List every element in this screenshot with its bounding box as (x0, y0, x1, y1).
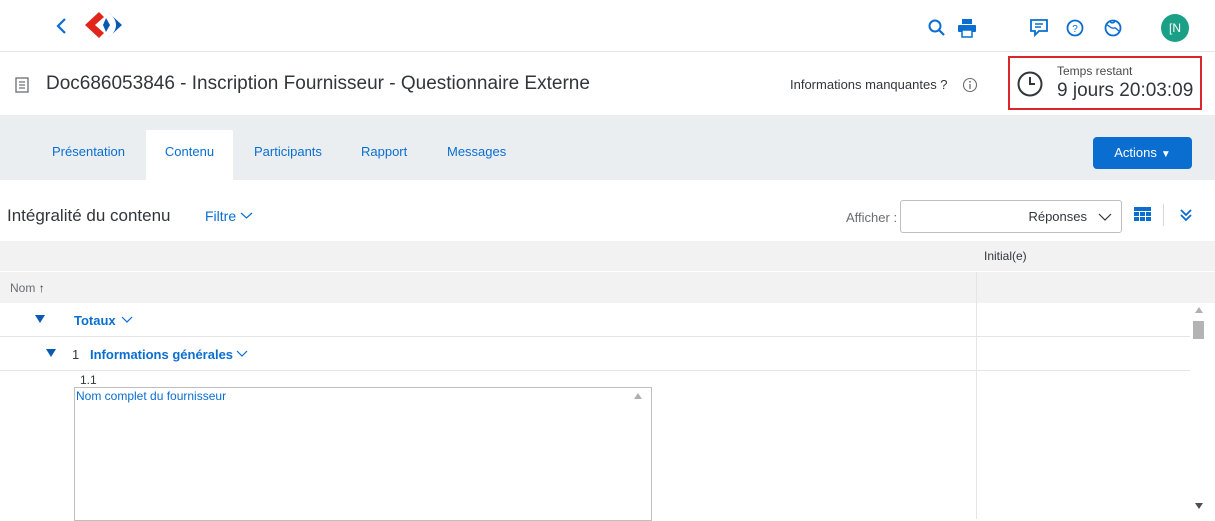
chevron-down-icon[interactable] (236, 349, 248, 359)
supplier-name-text: Nom complet du fournisseur (76, 389, 227, 403)
tab-rapport[interactable]: Rapport (352, 130, 416, 180)
initial-column-label: Initial(e) (984, 249, 1027, 263)
chevron-down-icon (240, 212, 253, 219)
tab-presentation[interactable]: Présentation (43, 130, 134, 180)
missing-info-label: Informations manquantes ? (790, 77, 948, 92)
object-header: Doc686053846 - Inscription Fournisseur -… (0, 53, 1215, 115)
show-label: Afficher : (846, 210, 898, 225)
tab-contenu[interactable]: Contenu (146, 130, 233, 180)
show-select[interactable]: Réponses (900, 200, 1122, 233)
feedback-icon[interactable] (1028, 17, 1050, 39)
info-icon[interactable] (962, 77, 978, 93)
supplier-name-textarea[interactable]: Nom complet du fournisseur (74, 387, 652, 521)
svg-text:?: ? (1072, 24, 1078, 35)
name-sort-header[interactable]: Nom ↑ (10, 281, 45, 295)
content-table: Initial(e) Nom ↑ Totaux 1 Informations g… (0, 241, 1215, 521)
column-divider (976, 272, 977, 304)
tab-bar: Présentation Contenu Participants Rappor… (0, 115, 1215, 180)
globe-icon[interactable] (1102, 17, 1124, 39)
actions-label: Actions (1114, 145, 1157, 160)
time-remaining-value: 9 jours 20:03:09 (1057, 80, 1194, 101)
tab-participants[interactable]: Participants (245, 130, 331, 180)
chevron-down-icon (1098, 213, 1112, 221)
chevron-down-icon[interactable] (121, 315, 133, 325)
table-row: Totaux (0, 303, 1190, 337)
scroll-down-arrow-icon[interactable] (1195, 503, 1203, 509)
totaux-link[interactable]: Totaux (74, 313, 116, 328)
filter-link[interactable]: Filtre (205, 208, 253, 224)
name-column-header[interactable]: Nom ↑ (0, 271, 1215, 304)
scrollbar-thumb[interactable] (1193, 321, 1204, 339)
tab-messages[interactable]: Messages (438, 130, 515, 180)
name-header-label: Nom (10, 281, 36, 295)
time-remaining-box: Temps restant 9 jours 20:03:09 (1008, 56, 1202, 110)
shell-bar: ? [N (0, 0, 1215, 52)
table-view-icon[interactable] (1134, 207, 1151, 223)
filter-label: Filtre (205, 208, 237, 224)
sort-ascending-icon: ↑ (38, 281, 45, 295)
show-select-value: Réponses (1028, 209, 1087, 224)
actions-button[interactable]: Actions ▼ (1093, 137, 1192, 169)
informations-generales-link[interactable]: Informations générales (90, 347, 233, 362)
search-icon[interactable] (926, 17, 948, 39)
column-group-header: Initial(e) (0, 241, 1215, 271)
collapse-triangle-icon[interactable] (45, 347, 57, 359)
document-icon (15, 77, 29, 93)
page-title: Doc686053846 - Inscription Fournisseur -… (46, 73, 590, 94)
back-icon[interactable] (52, 14, 72, 38)
question-number: 1.1 (80, 373, 97, 387)
table-row: 1 Informations générales (0, 337, 1190, 371)
content-title: Intégralité du contenu (7, 206, 171, 225)
scroll-up-arrow-icon[interactable] (634, 393, 642, 399)
carrefour-logo[interactable] (80, 9, 130, 41)
time-remaining-label: Temps restant (1057, 64, 1133, 78)
avatar[interactable]: [N (1161, 14, 1189, 42)
toolbar-separator (1163, 204, 1164, 226)
print-icon[interactable] (956, 17, 978, 39)
caret-down-icon: ▼ (1160, 149, 1171, 160)
section-number: 1 (72, 347, 80, 362)
expand-all-icon[interactable] (1178, 207, 1194, 223)
scroll-up-arrow-icon[interactable] (1195, 307, 1203, 313)
vertical-scrollbar[interactable] (1190, 303, 1208, 519)
clock-icon (1017, 71, 1043, 97)
help-icon[interactable]: ? (1064, 17, 1086, 39)
collapse-triangle-icon[interactable] (34, 313, 46, 325)
